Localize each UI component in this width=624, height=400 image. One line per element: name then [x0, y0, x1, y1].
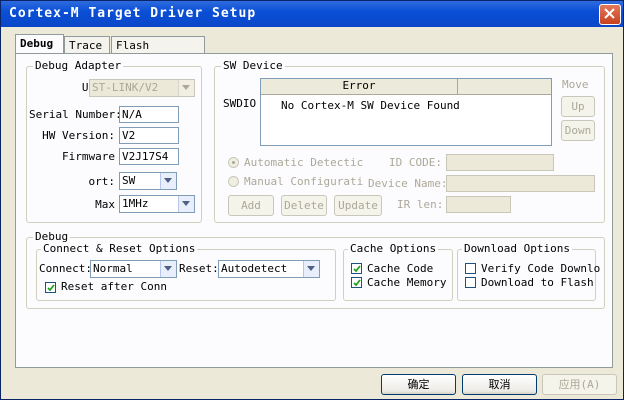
move-label: Move: [562, 78, 589, 91]
chevron-down-icon: [178, 80, 194, 96]
port-select[interactable]: SW: [119, 172, 177, 190]
chevron-down-icon: [160, 173, 176, 189]
connect-value: Normal: [93, 262, 133, 275]
chevron-down-icon: [178, 196, 194, 212]
cache-memory-label: Cache Memory: [367, 276, 447, 289]
automatic-detection-radio[interactable]: [228, 157, 239, 168]
cache-code-label: Cache Code: [367, 262, 434, 275]
reset-after-connect-checkbox[interactable]: [45, 282, 56, 293]
sw-device-title: SW Device: [221, 59, 285, 72]
reset-value: Autodetect: [221, 262, 288, 275]
automatic-detection-label: Automatic Detectic: [244, 156, 364, 169]
verify-code-download-label: Verify Code Downlo: [481, 262, 601, 275]
list-item: No Cortex-M SW Device Found: [281, 99, 460, 112]
id-code-label: ID CODE:: [389, 156, 442, 169]
dialog-window: Cortex-M Target Driver Setup Debug Trace…: [0, 0, 624, 400]
verify-code-download-checkbox[interactable]: [465, 263, 476, 274]
tab-trace[interactable]: Trace: [64, 36, 110, 54]
download-to-flash-label: Download to Flash: [481, 276, 594, 289]
close-icon: [604, 8, 615, 19]
checkmark-icon: [353, 279, 361, 287]
swdio-label: SWDIO: [223, 97, 257, 110]
chevron-down-icon: [160, 261, 176, 277]
window-title: Cortex-M Target Driver Setup: [9, 6, 257, 21]
firmware-field[interactable]: V2J17S4: [119, 148, 179, 165]
add-button[interactable]: Add: [228, 195, 274, 216]
reset-label: Reset:: [179, 262, 219, 275]
device-name-label: Device Name:: [368, 177, 448, 190]
max-clock-value: 1MHz: [122, 197, 149, 210]
max-clock-label: Max: [95, 198, 115, 211]
cache-code-checkbox[interactable]: [351, 263, 362, 274]
serial-number-label: Serial Number:: [29, 108, 122, 121]
id-code-field[interactable]: [446, 154, 554, 171]
debug-adapter-title: Debug Adapter: [33, 59, 124, 72]
device-name-field[interactable]: [446, 175, 595, 192]
tab-debug[interactable]: Debug: [15, 34, 64, 54]
reset-select[interactable]: Autodetect: [218, 260, 320, 278]
firmware-label: Firmware: [62, 150, 115, 163]
ok-button[interactable]: 确定: [381, 374, 456, 395]
chevron-down-icon: [303, 261, 319, 277]
download-options-title: Download Options: [462, 242, 572, 255]
download-to-flash-checkbox[interactable]: [465, 277, 476, 288]
connect-label: Connect:: [39, 262, 92, 275]
tab-flash-download[interactable]: Flash Download: [111, 36, 205, 69]
connect-reset-title: Connect & Reset Options: [41, 242, 198, 255]
apply-button[interactable]: 应用(A): [542, 374, 617, 395]
move-down-button[interactable]: Down: [561, 120, 595, 141]
serial-number-field[interactable]: N/A: [119, 106, 179, 123]
hw-version-label: HW Version:: [42, 129, 115, 142]
update-button[interactable]: Update: [334, 195, 382, 216]
title-bar[interactable]: Cortex-M Target Driver Setup: [1, 1, 623, 27]
checkmark-icon: [353, 265, 361, 273]
port-label: ort:: [88, 175, 116, 188]
ir-len-field[interactable]: [446, 196, 511, 213]
delete-button[interactable]: Delete: [281, 195, 327, 216]
checkmark-icon: [47, 284, 55, 292]
manual-configuration-radio[interactable]: [228, 176, 239, 187]
cache-memory-checkbox[interactable]: [351, 277, 362, 288]
column-header-blank: [458, 79, 551, 95]
close-button[interactable]: [599, 4, 621, 25]
ir-len-label: IR len:: [397, 198, 444, 211]
sw-device-list[interactable]: Error No Cortex-M SW Device Found: [260, 78, 552, 146]
connect-select[interactable]: Normal: [90, 260, 177, 278]
reset-after-connect-label: Reset after Conn: [61, 280, 167, 293]
max-clock-select[interactable]: 1MHz: [119, 195, 195, 213]
tab-trace-label: Trace: [69, 39, 103, 52]
cancel-button[interactable]: 取消: [462, 374, 537, 395]
port-value: SW: [122, 174, 136, 187]
cache-options-title: Cache Options: [348, 242, 439, 255]
unit-select[interactable]: ST-LINK/V2: [89, 79, 195, 97]
hw-version-field[interactable]: V2: [119, 127, 179, 144]
unit-value: ST-LINK/V2: [92, 81, 159, 94]
manual-configuration-label: Manual Configurati: [244, 175, 364, 188]
column-header-error[interactable]: Error: [261, 79, 458, 95]
tab-debug-label: Debug: [20, 37, 54, 50]
move-up-button[interactable]: Up: [561, 96, 595, 117]
